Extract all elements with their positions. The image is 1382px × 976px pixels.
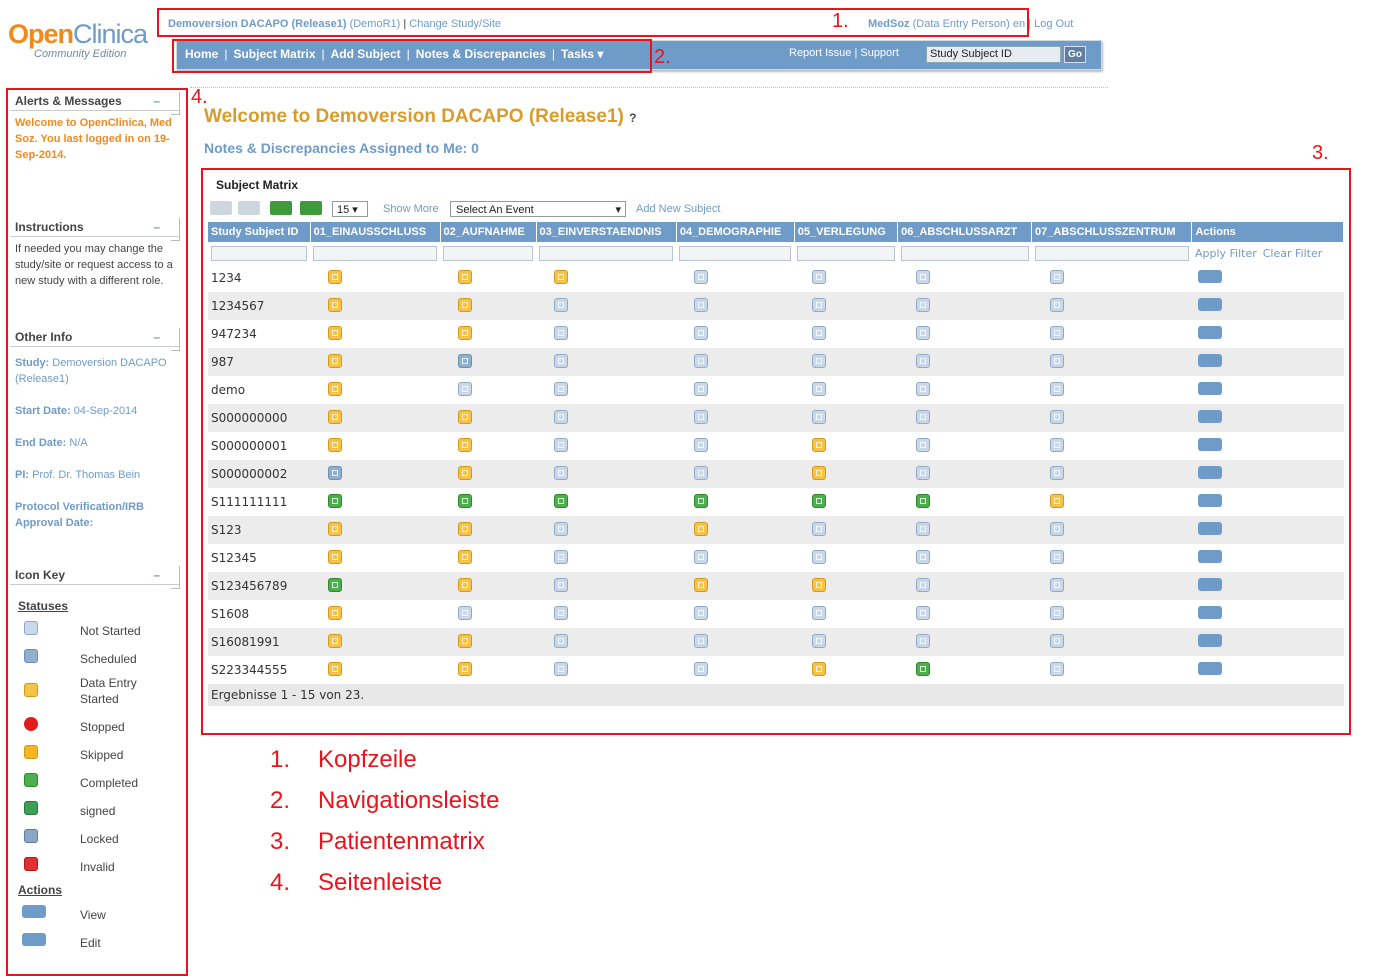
openclinica-logo[interactable]: OpenClinica Community Edition	[8, 20, 163, 70]
subject-search-input[interactable]: Study Subject ID	[926, 46, 1061, 63]
legend-text: Seitenleiste	[318, 869, 443, 896]
legend-number: 1.	[270, 746, 291, 773]
logo-subtitle: Community Edition	[34, 48, 127, 60]
page-title: Welcome to Demoversion DACAPO (Release1)…	[204, 106, 637, 128]
go-button[interactable]: Go	[1064, 46, 1086, 63]
support-link[interactable]: Support	[860, 47, 899, 59]
legend-text: Kopfzeile	[318, 746, 417, 773]
notes-assigned-link[interactable]: Notes & Discrepancies Assigned to Me: 0	[204, 140, 479, 156]
welcome-title: Welcome to Demoversion DACAPO (Release1)	[204, 106, 624, 127]
nav-right-links: Report Issue | Support	[789, 47, 899, 59]
annotation-frame-header	[157, 8, 1029, 37]
logo-text-clinica: Clinica	[73, 19, 148, 49]
annotation-label-2: 2.	[654, 46, 671, 68]
annotation-label-3: 3.	[1312, 142, 1329, 164]
report-issue-link[interactable]: Report Issue	[789, 47, 851, 59]
legend-number: 4.	[270, 869, 291, 896]
logo-text-open: Open	[8, 19, 74, 49]
legend-text: Navigationsleiste	[318, 787, 500, 814]
legend-number: 3.	[270, 828, 291, 855]
annotation-frame-sidebar	[6, 88, 188, 976]
annotation-label-4: 4.	[191, 86, 208, 108]
legend-text: Patientenmatrix	[318, 828, 485, 855]
help-icon[interactable]: ?	[629, 111, 636, 125]
legend-number: 2.	[270, 787, 291, 814]
annotation-frame-navbar	[172, 39, 652, 73]
header-divider	[190, 87, 1108, 88]
annotation-frame-matrix	[201, 168, 1351, 735]
annotation-label-1: 1.	[832, 10, 849, 32]
logout-link[interactable]: Log Out	[1034, 18, 1073, 30]
